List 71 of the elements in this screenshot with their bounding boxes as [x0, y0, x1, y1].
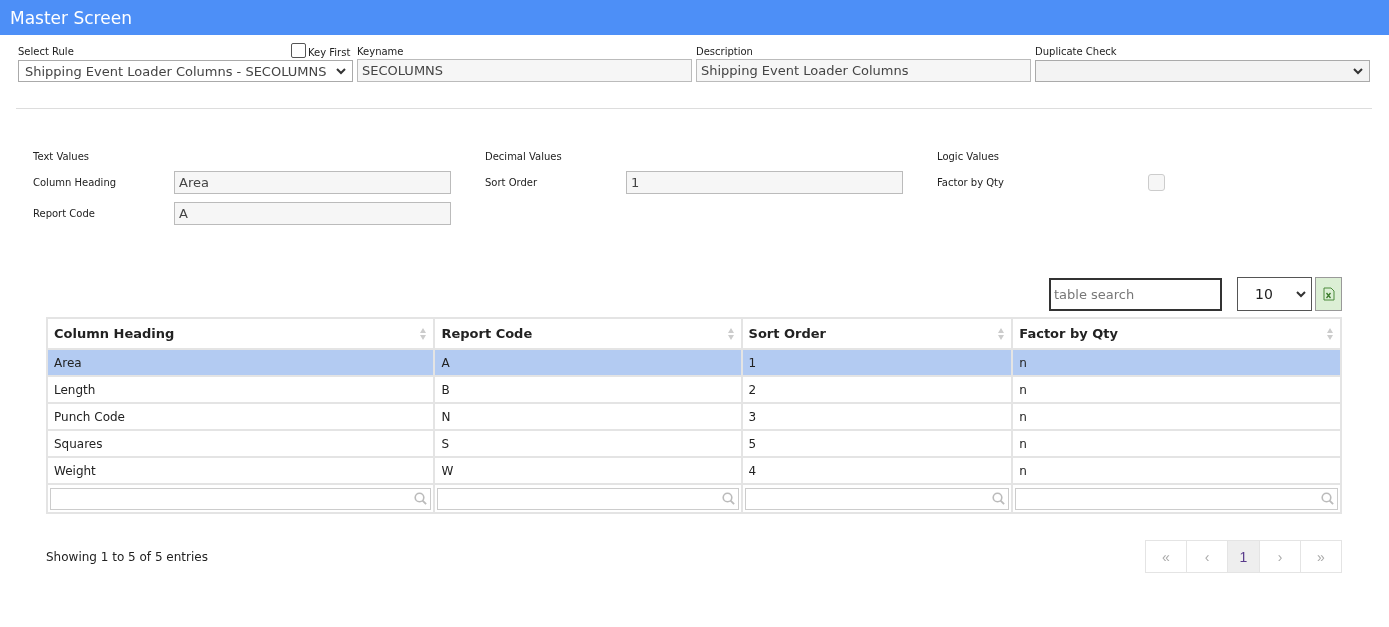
column-filter-field[interactable] — [437, 487, 739, 510]
table-cell: n — [1012, 430, 1341, 457]
column-filter-field[interactable] — [744, 487, 1010, 510]
table-cell: Squares — [47, 430, 435, 457]
section-title: Text Values — [33, 151, 91, 164]
table-cell: n — [1012, 457, 1341, 484]
table-cell: n — [1012, 349, 1341, 376]
table-cell: n — [1012, 376, 1341, 403]
pagination-button[interactable]: 1 — [1227, 540, 1260, 573]
table-cell: 5 — [741, 430, 1013, 457]
table-row[interactable]: Area A 1 n — [47, 349, 1341, 376]
field-label: Column Heading — [33, 177, 118, 188]
table-cell: A — [434, 349, 742, 376]
chevron-down-icon — [1296, 290, 1306, 298]
table-cell: W — [434, 457, 742, 484]
input-field[interactable]: SECOLUMNS — [357, 59, 692, 82]
field-label: Factor by Qty — [937, 177, 1005, 188]
table-cell: Punch Code — [47, 403, 435, 430]
select-dropdown[interactable] — [1035, 60, 1370, 82]
search-icon — [1321, 492, 1334, 505]
search-field[interactable]: table search — [1049, 277, 1222, 311]
table-cell: Area — [47, 349, 435, 376]
field-label: Report Code — [33, 208, 96, 219]
field-label: Description — [696, 46, 753, 57]
table-cell: 4 — [741, 457, 1013, 484]
table-row[interactable]: Squares S 5 n — [47, 430, 1341, 457]
table-cell: 2 — [741, 376, 1013, 403]
section-title: Decimal Values — [485, 151, 563, 164]
table-cell: 3 — [741, 403, 1013, 430]
table-cell: Length — [47, 376, 435, 403]
column-filter-field[interactable] — [50, 487, 432, 510]
input-field[interactable]: 1 — [626, 171, 903, 194]
table-cell: 1 — [741, 349, 1013, 376]
table-cell: Weight — [47, 457, 435, 484]
column-header[interactable]: Report Code — [434, 318, 742, 349]
field-label: Select Rule — [18, 46, 74, 57]
table-cell: n — [1012, 403, 1341, 430]
sort-icon — [997, 326, 1006, 341]
table-row[interactable]: Weight W 4 n — [47, 457, 1341, 484]
column-header[interactable]: Column Heading — [47, 318, 435, 349]
input-field[interactable]: Area — [174, 171, 451, 194]
spreadsheet-icon — [1322, 287, 1335, 301]
select-dropdown[interactable]: Shipping Event Loader Columns - SECOLUMNS — [18, 60, 353, 82]
table-cell: N — [434, 403, 742, 430]
entries-info: Showing 1 to 5 of 5 entries — [46, 549, 208, 564]
column-header[interactable]: Factor by Qty — [1012, 318, 1341, 349]
search-icon — [992, 492, 1006, 505]
page-size-select[interactable]: 10 — [1237, 277, 1312, 311]
checkbox-label: Key First — [308, 47, 351, 58]
input-field[interactable]: A — [174, 202, 451, 225]
field-label: Sort Order — [485, 177, 539, 188]
table-row[interactable]: Length B 2 n — [47, 376, 1341, 403]
search-icon — [721, 492, 735, 505]
input-field[interactable]: Shipping Event Loader Columns — [696, 59, 1031, 82]
excel-export-button[interactable] — [1315, 277, 1342, 311]
window-title: Master Screen — [10, 7, 132, 28]
chevron-down-icon — [1353, 67, 1363, 75]
field-label: Duplicate Check — [1035, 46, 1117, 57]
checkbox[interactable] — [291, 43, 306, 58]
table-row[interactable]: Punch Code N 3 n — [47, 403, 1341, 430]
field-label: Keyname — [357, 46, 404, 57]
table-cell: S — [434, 430, 742, 457]
sort-icon — [1326, 326, 1334, 341]
chevron-down-icon — [336, 67, 346, 75]
sort-icon — [726, 326, 735, 341]
sort-icon — [419, 326, 428, 341]
search-icon — [414, 492, 428, 505]
section-title: Logic Values — [937, 151, 1000, 164]
column-header[interactable]: Sort Order — [741, 318, 1013, 349]
table-cell: B — [434, 376, 742, 403]
column-filter-field[interactable] — [1015, 487, 1338, 510]
